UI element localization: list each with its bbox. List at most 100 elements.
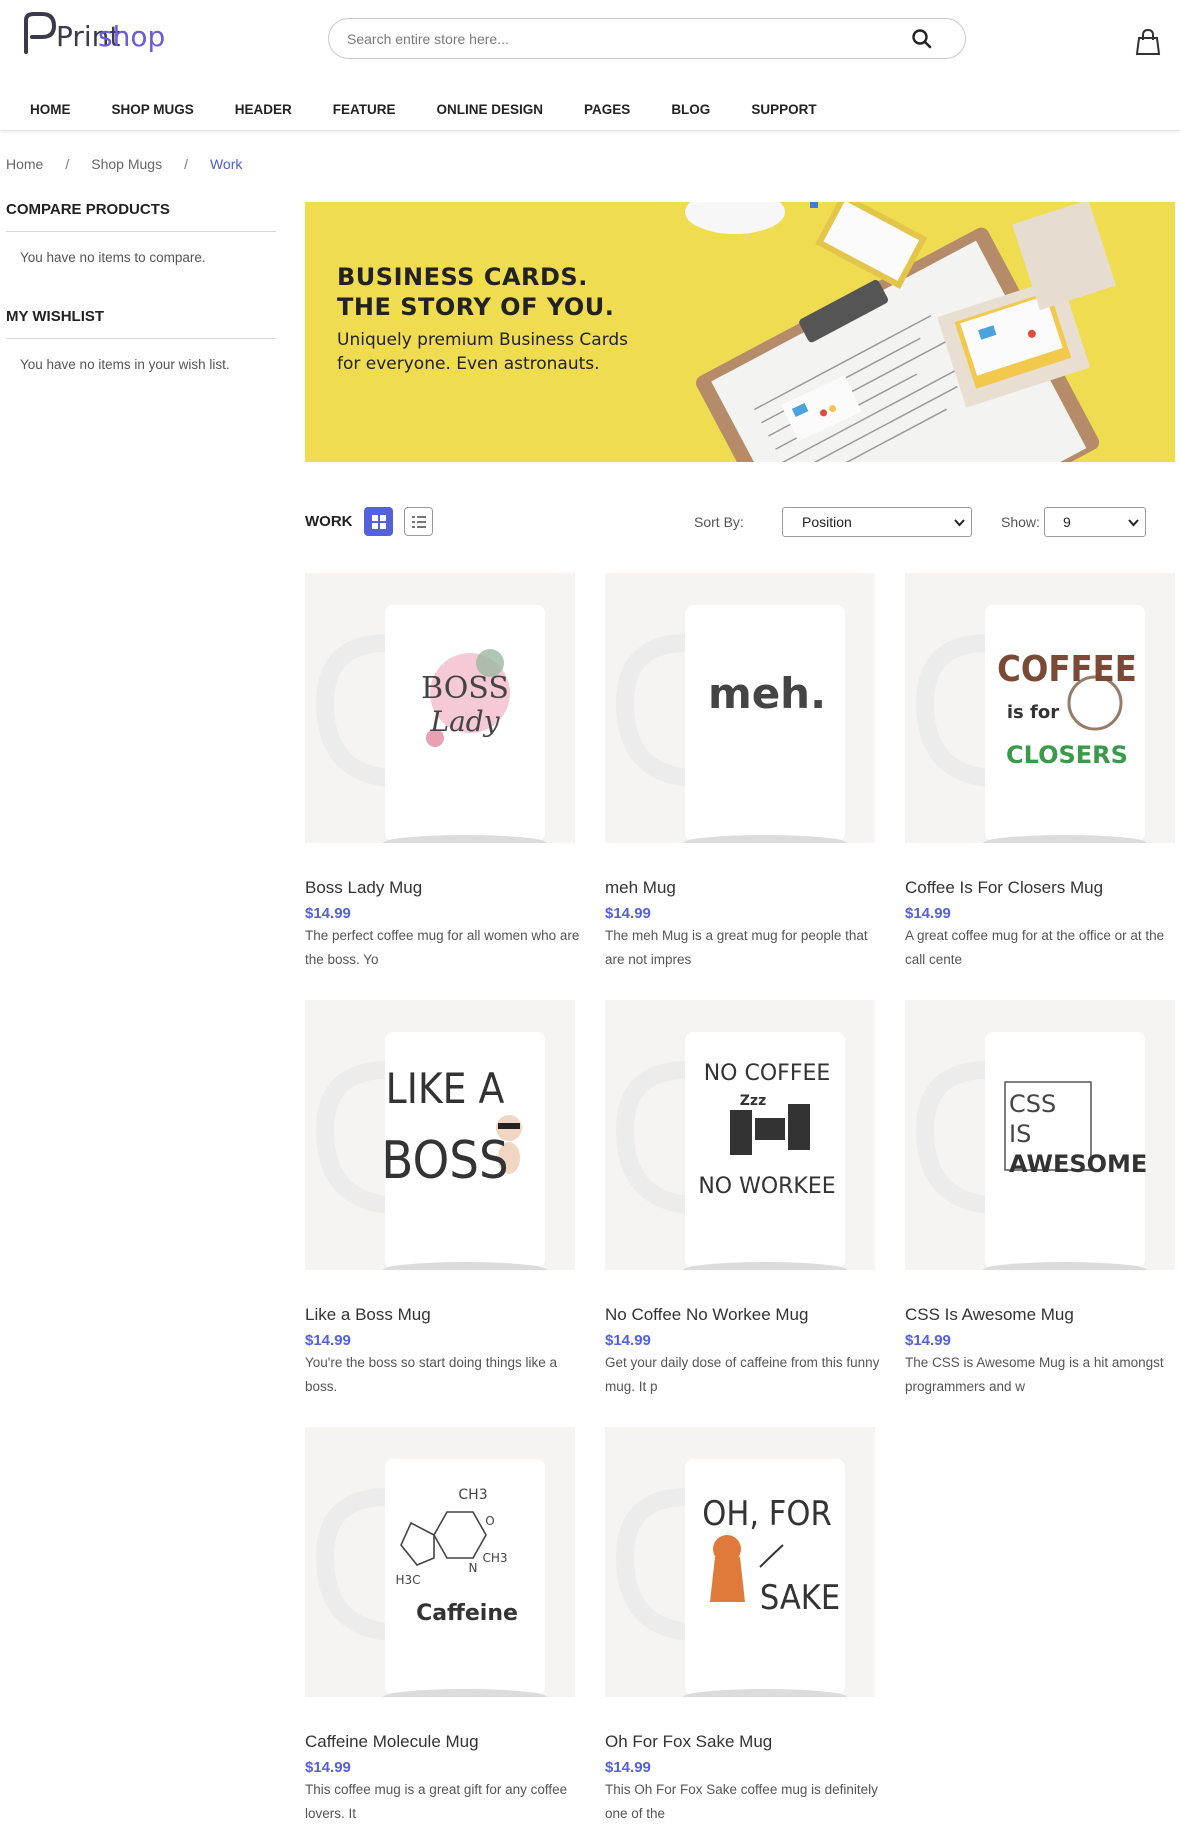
product-name[interactable]: Caffeine Molecule Mug [305,1730,580,1754]
banner-subtext-1: Uniquely premium Business Cards [337,330,629,350]
product-description: The CSS is Awesome Mug is a hit amongst … [905,1355,1164,1394]
site-header: Print shop HOME SHOP MUGS HEADER FEATURE… [0,0,1180,131]
banner-heading-2: THE STORY OF YOU. [337,293,615,321]
nav-shop-mugs[interactable]: SHOP MUGS [112,92,194,128]
product-price: $14.99 [905,905,951,922]
grid-view-button[interactable] [364,507,393,536]
product-image[interactable]: CH3 CH3 H3C O N Caffeine [305,1427,575,1697]
mug-art-text: SAKE [760,1578,840,1618]
mug-image: meh. [615,605,847,843]
product-image[interactable]: BOSS Lady [305,573,575,843]
mug-art-text: Zzz [740,1093,766,1109]
category-title: WORK [305,513,353,530]
nav-support[interactable]: SUPPORT [751,92,816,128]
product-name[interactable]: Boss Lady Mug [305,876,580,900]
mug-art-text: NO COFFEE [704,1061,831,1086]
product-description: The meh Mug is a great mug for people th… [605,928,868,967]
list-icon [411,515,426,528]
breadcrumb-home[interactable]: Home [6,156,43,172]
mug-image: NO COFFEE Zzz NO WORKEE [615,1032,847,1270]
nav-blog[interactable]: BLOG [671,92,710,128]
product-image[interactable]: meh. [605,573,875,843]
mug-art-text: N [469,1561,478,1575]
mug-art-text: Caffeine [416,1601,518,1626]
breadcrumb-current: Work [209,156,243,172]
product-card: BOSS Lady Boss Lady Mug $14.99 The perfe… [305,573,580,972]
compare-products-title: COMPARE PRODUCTS [6,190,276,232]
nav-pages[interactable]: PAGES [584,92,630,128]
product-price: $14.99 [905,1332,951,1349]
compare-products-empty: You have no items to compare. [20,250,206,265]
sort-by-value: Position [802,514,852,530]
product-name[interactable]: Like a Boss Mug [305,1303,580,1327]
banner-heading-1: BUSINESS CARDS. [337,263,588,291]
promo-banner[interactable]: BUSINESS CARDS. THE STORY OF YOU. Unique… [305,202,1175,462]
mug-art-text: AWESOME [1009,1150,1147,1178]
mug-image: CH3 CH3 H3C O N Caffeine [315,1459,547,1697]
shopping-bag-icon[interactable] [1135,28,1161,56]
banner-subtext-2: for everyone. Even astronauts. [337,354,600,374]
mug-art-text: OH, FOR [702,1494,831,1534]
product-price: $14.99 [305,1332,351,1349]
mug-image: CSS IS AWESOME [915,1032,1147,1270]
product-price: $14.99 [605,905,651,922]
mug-image: BOSS Lady [315,605,547,843]
mug-art-text: BOSS [381,1131,508,1191]
mug-art-text: COFFEE [997,649,1137,690]
product-description: This coffee mug is a great gift for any … [305,1782,568,1821]
search-icon[interactable] [910,27,934,51]
product-card: CSS IS AWESOME CSS Is Awesome Mug $14.99… [905,1000,1180,1399]
main-nav: HOME SHOP MUGS HEADER FEATURE ONLINE DES… [0,92,817,128]
sort-by-label: Sort By: [694,514,744,530]
product-image[interactable]: COFFEE is for CLOSERS [905,573,1175,843]
product-price: $14.99 [605,1759,651,1776]
product-name[interactable]: Oh For Fox Sake Mug [605,1730,880,1754]
breadcrumb: Home / Shop Mugs / Work [6,156,242,172]
mug-art-text: meh. [708,669,826,718]
breadcrumb-shop-mugs[interactable]: Shop Mugs [91,156,162,172]
list-view-button[interactable] [404,507,433,536]
product-name[interactable]: No Coffee No Workee Mug [605,1303,880,1327]
sort-by-select[interactable]: Position [782,507,972,537]
nav-feature[interactable]: FEATURE [333,92,396,128]
product-card: COFFEE is for CLOSERS Coffee Is For Clos… [905,573,1180,972]
mug-art-text: IS [1009,1120,1031,1148]
product-card: LIKE A BOSS Like a Boss Mug $14.99 You'r… [305,1000,580,1399]
product-description: This Oh For Fox Sake coffee mug is defin… [605,1782,878,1821]
mug-art-text: O [485,1514,494,1528]
product-image[interactable]: NO COFFEE Zzz NO WORKEE [605,1000,875,1270]
mug-image: LIKE A BOSS [315,1032,547,1270]
search-input[interactable] [347,19,907,58]
product-toolbar: WORK Sort By: Position Show: 9 [305,506,1175,538]
product-description: You're the boss so start doing things li… [305,1355,557,1394]
mug-art-text: BOSS [421,671,509,706]
mug-art-text: CLOSERS [1006,741,1128,769]
product-description: A great coffee mug for at the office or … [905,928,1165,967]
product-image[interactable]: LIKE A BOSS [305,1000,575,1270]
show-limit-select[interactable]: 9 [1044,507,1146,537]
product-price: $14.99 [305,905,351,922]
product-image[interactable]: OH, FOR SAKE [605,1427,875,1697]
grid-icon [371,514,386,529]
product-name[interactable]: Coffee Is For Closers Mug [905,876,1180,900]
breadcrumb-separator: / [65,156,70,172]
search-box [328,18,966,59]
banner-text: BUSINESS CARDS. THE STORY OF YOU. Unique… [337,262,628,376]
nav-header[interactable]: HEADER [235,92,292,128]
product-description: The perfect coffee mug for all women who… [305,928,580,967]
printshop-logo[interactable]: Print shop [20,6,180,62]
product-name[interactable]: CSS Is Awesome Mug [905,1303,1180,1327]
mug-art-text: CH3 [482,1551,507,1565]
product-image[interactable]: CSS IS AWESOME [905,1000,1175,1270]
product-card: meh. meh Mug $14.99 The meh Mug is a gre… [605,573,880,972]
mug-art-text: H3C [395,1573,420,1587]
nav-online-design[interactable]: ONLINE DESIGN [437,92,544,128]
mug-art-text: Lady [429,705,500,738]
mug-art-text: is for [1007,702,1059,723]
nav-home[interactable]: HOME [30,92,71,128]
mug-art-text: NO WORKEE [698,1174,835,1199]
product-card: NO COFFEE Zzz NO WORKEE No Coffee No Wor… [605,1000,880,1399]
product-price: $14.99 [305,1759,351,1776]
product-description: Get your daily dose of caffeine from thi… [605,1355,880,1394]
product-name[interactable]: meh Mug [605,876,880,900]
